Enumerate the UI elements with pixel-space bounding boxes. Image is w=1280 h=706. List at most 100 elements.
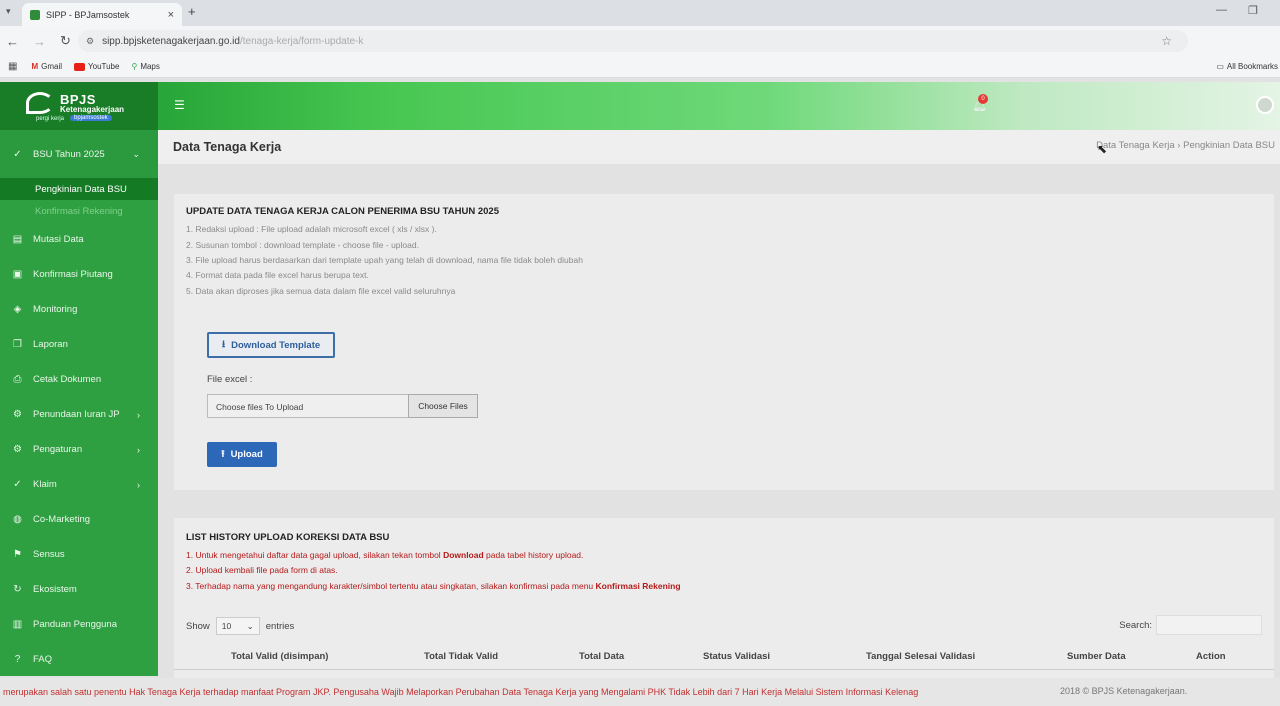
choose-files-button[interactable]: Choose Files <box>408 394 478 418</box>
rule-5: 5. Data akan diproses jika semua data da… <box>186 286 456 296</box>
help-icon: ? <box>14 654 21 665</box>
menu-toggle-icon[interactable]: ☰ <box>174 98 185 112</box>
brand-sub: Ketenagakerjaan <box>60 105 125 114</box>
history-card-title: LIST HISTORY UPLOAD KOREKSI DATA BSU <box>186 532 390 543</box>
close-tab-icon[interactable]: × <box>168 9 174 21</box>
column-total-valid[interactable]: Total Valid (disimpan) <box>231 651 328 662</box>
tab-title: SIPP - BPJamsostek <box>46 9 130 20</box>
bookmark-gmail[interactable]: M Gmail <box>31 62 62 71</box>
column-status-validasi[interactable]: Status Validasi <box>703 651 770 662</box>
page-title-bar: Data Tenaga Kerja Data Tenaga Kerja › Pe… <box>158 130 1280 164</box>
sidebar-item-co-marketing[interactable]: ◍ Co-Marketing <box>0 502 158 537</box>
forward-icon[interactable]: → <box>33 34 46 49</box>
page-title: Data Tenaga Kerja <box>173 140 282 154</box>
sidebar-item-ekosistem[interactable]: ↻ Ekosistem <box>0 572 158 607</box>
bookmarks-bar: ▦ M Gmail YouTube ⚲ Maps ▭ All Bookmarks <box>0 56 1280 78</box>
history-table-header: Total Valid (disimpan) Total Tidak Valid… <box>174 644 1274 670</box>
gmail-icon: M <box>31 62 39 71</box>
sidebar-item-laporan[interactable]: ❐ Laporan <box>0 327 158 362</box>
sidebar-item-pengaturan[interactable]: ⚙ Pengaturan › <box>0 432 158 467</box>
chevron-right-icon: › <box>137 479 140 490</box>
tab-list-icon[interactable]: ▾ <box>6 6 11 17</box>
note-3-konfirmasi-link[interactable]: Konfirmasi Rekening <box>596 581 681 591</box>
all-bookmarks[interactable]: ▭ All Bookmarks <box>1216 62 1278 71</box>
sidebar-group-bsu[interactable]: ✓ BSU Tahun 2025 ⌄ <box>0 130 158 178</box>
bookmark-star-icon[interactable]: ☆ <box>1161 34 1172 48</box>
column-sumber-data[interactable]: Sumber Data <box>1067 651 1126 662</box>
address-toolbar: ← → ↻ ⚙ sipp.bpjsketenagakerjaan.go.id/t… <box>0 26 1280 56</box>
search-input[interactable] <box>1156 615 1262 635</box>
sidebar-item-monitoring[interactable]: ◈ Monitoring <box>0 292 158 327</box>
column-total-tidak-valid[interactable]: Total Tidak Valid <box>424 651 498 662</box>
app-header: BPJS Ketenagakerjaan pergi kerja bpjamso… <box>0 82 1280 130</box>
column-action: Action <box>1196 651 1226 662</box>
address-bar[interactable]: ⚙ sipp.bpjsketenagakerjaan.go.id/tenaga-… <box>78 30 1188 52</box>
upload-icon: ⭱ <box>221 448 225 460</box>
sidebar-item-label: Klaim <box>33 479 57 490</box>
sidebar-subitem-pengkinian[interactable]: Pengkinian Data BSU <box>0 178 158 200</box>
site-info-icon[interactable]: ⚙ <box>86 36 94 47</box>
wallet-icon: ▣ <box>12 269 23 280</box>
sidebar-item-label: Monitoring <box>33 304 78 315</box>
new-tab-icon[interactable]: + <box>188 4 196 19</box>
note-1-text: 1. Untuk mengetahui daftar data gagal up… <box>186 550 444 560</box>
entries-length-control: Show 10 ⌄ entries <box>186 617 294 635</box>
breadcrumb-current: Pengkinian Data BSU <box>1183 140 1275 151</box>
notification-badge: 0 <box>978 94 988 104</box>
sidebar-group-label: BSU Tahun 2025 <box>33 148 105 160</box>
chevron-down-icon: ⌄ <box>246 620 254 631</box>
refresh-icon: ↻ <box>13 584 22 595</box>
sidebar-item-sensus[interactable]: ⚑ Sensus <box>0 537 158 572</box>
apps-grid-icon[interactable]: ▦ <box>8 61 17 72</box>
bookmark-maps[interactable]: ⚲ Maps <box>131 62 159 71</box>
reload-icon[interactable]: ↻ <box>60 33 71 49</box>
brand-logo[interactable]: BPJS Ketenagakerjaan pergi kerja bpjamso… <box>0 82 158 130</box>
sidebar-item-label: Ekosistem <box>33 584 77 595</box>
column-total-data[interactable]: Total Data <box>579 651 624 662</box>
download-template-button[interactable]: ⭳ Download Template <box>207 332 335 358</box>
upload-label: Upload <box>230 449 263 460</box>
sidebar-item-label: Cetak Dokumen <box>33 374 102 385</box>
site-favicon-icon <box>30 9 40 20</box>
upload-button[interactable]: ⭱ Upload <box>207 442 277 467</box>
entries-select[interactable]: 10 ⌄ <box>215 617 260 635</box>
sidebar-subitem-konfirmasi-rekening[interactable]: Konfirmasi Rekening <box>0 200 158 222</box>
bpjs-logo-icon <box>26 92 54 114</box>
minimize-icon[interactable]: — <box>1216 4 1227 16</box>
sidebar-item-label: Sensus <box>33 549 65 560</box>
sidebar-item-panduan-pengguna[interactable]: ▥ Panduan Pengguna <box>0 607 158 642</box>
sidebar-item-klaim[interactable]: ✓ Klaim › <box>0 467 158 502</box>
sidebar-item-label: Panduan Pengguna <box>33 619 117 630</box>
breadcrumb-link[interactable]: Data Tenaga Kerja <box>1096 140 1175 151</box>
sidebar: ✓ BSU Tahun 2025 ⌄ Pengkinian Data BSU K… <box>0 130 158 676</box>
note-1-download: Download <box>443 550 484 560</box>
maps-pin-icon: ⚲ <box>131 62 138 71</box>
back-icon[interactable]: ← <box>6 34 19 49</box>
sidebar-item-label: Pengaturan <box>33 444 83 455</box>
sidebar-menu: ▤ Mutasi Data ▣ Konfirmasi Piutang ◈ Monitori… <box>0 222 158 676</box>
sidebar-item-konfirmasi-piutang[interactable]: ▣ Konfirmasi Piutang <box>0 257 158 292</box>
download-template-label: Download Template <box>231 339 321 351</box>
history-note-3: 3. Terhadap nama yang mengandung karakte… <box>186 581 681 591</box>
user-avatar[interactable] <box>1256 96 1274 114</box>
sidebar-item-penundaan-iuran-jp[interactable]: ⚙ Penundaan Iuran JP › <box>0 397 158 432</box>
table-search: Search: <box>1119 615 1262 635</box>
column-tanggal-selesai[interactable]: Tanggal Selesai Validasi <box>866 651 975 662</box>
restore-icon[interactable]: ❐ <box>1248 4 1258 17</box>
sidebar-item-label: Konfirmasi Piutang <box>33 269 113 280</box>
file-input[interactable]: Choose files To Upload <box>207 394 409 418</box>
entries-label: entries <box>265 620 295 632</box>
url-path: /tenaga-kerja/form-update-k <box>239 35 364 47</box>
layers-icon: ◈ <box>13 304 22 315</box>
browser-tab[interactable]: SIPP - BPJamsostek × <box>22 3 182 26</box>
sidebar-item-label: Laporan <box>33 339 68 350</box>
entries-value: 10 <box>221 621 232 631</box>
bookmark-youtube[interactable]: YouTube <box>74 62 119 71</box>
footer-copyright: 2018 © BPJS Ketenagakerjaan. <box>1060 686 1188 696</box>
rule-2: 2. Susunan tombol : download template - … <box>186 240 419 250</box>
sidebar-item-faq[interactable]: ? FAQ <box>0 642 158 676</box>
sidebar-item-cetak-dokumen[interactable]: ⎙ Cetak Dokumen <box>0 362 158 397</box>
sidebar-item-mutasi-data[interactable]: ▤ Mutasi Data <box>0 222 158 257</box>
sidebar-item-label: FAQ <box>33 654 53 665</box>
note-1-suffix: pada tabel history upload. <box>483 550 584 560</box>
